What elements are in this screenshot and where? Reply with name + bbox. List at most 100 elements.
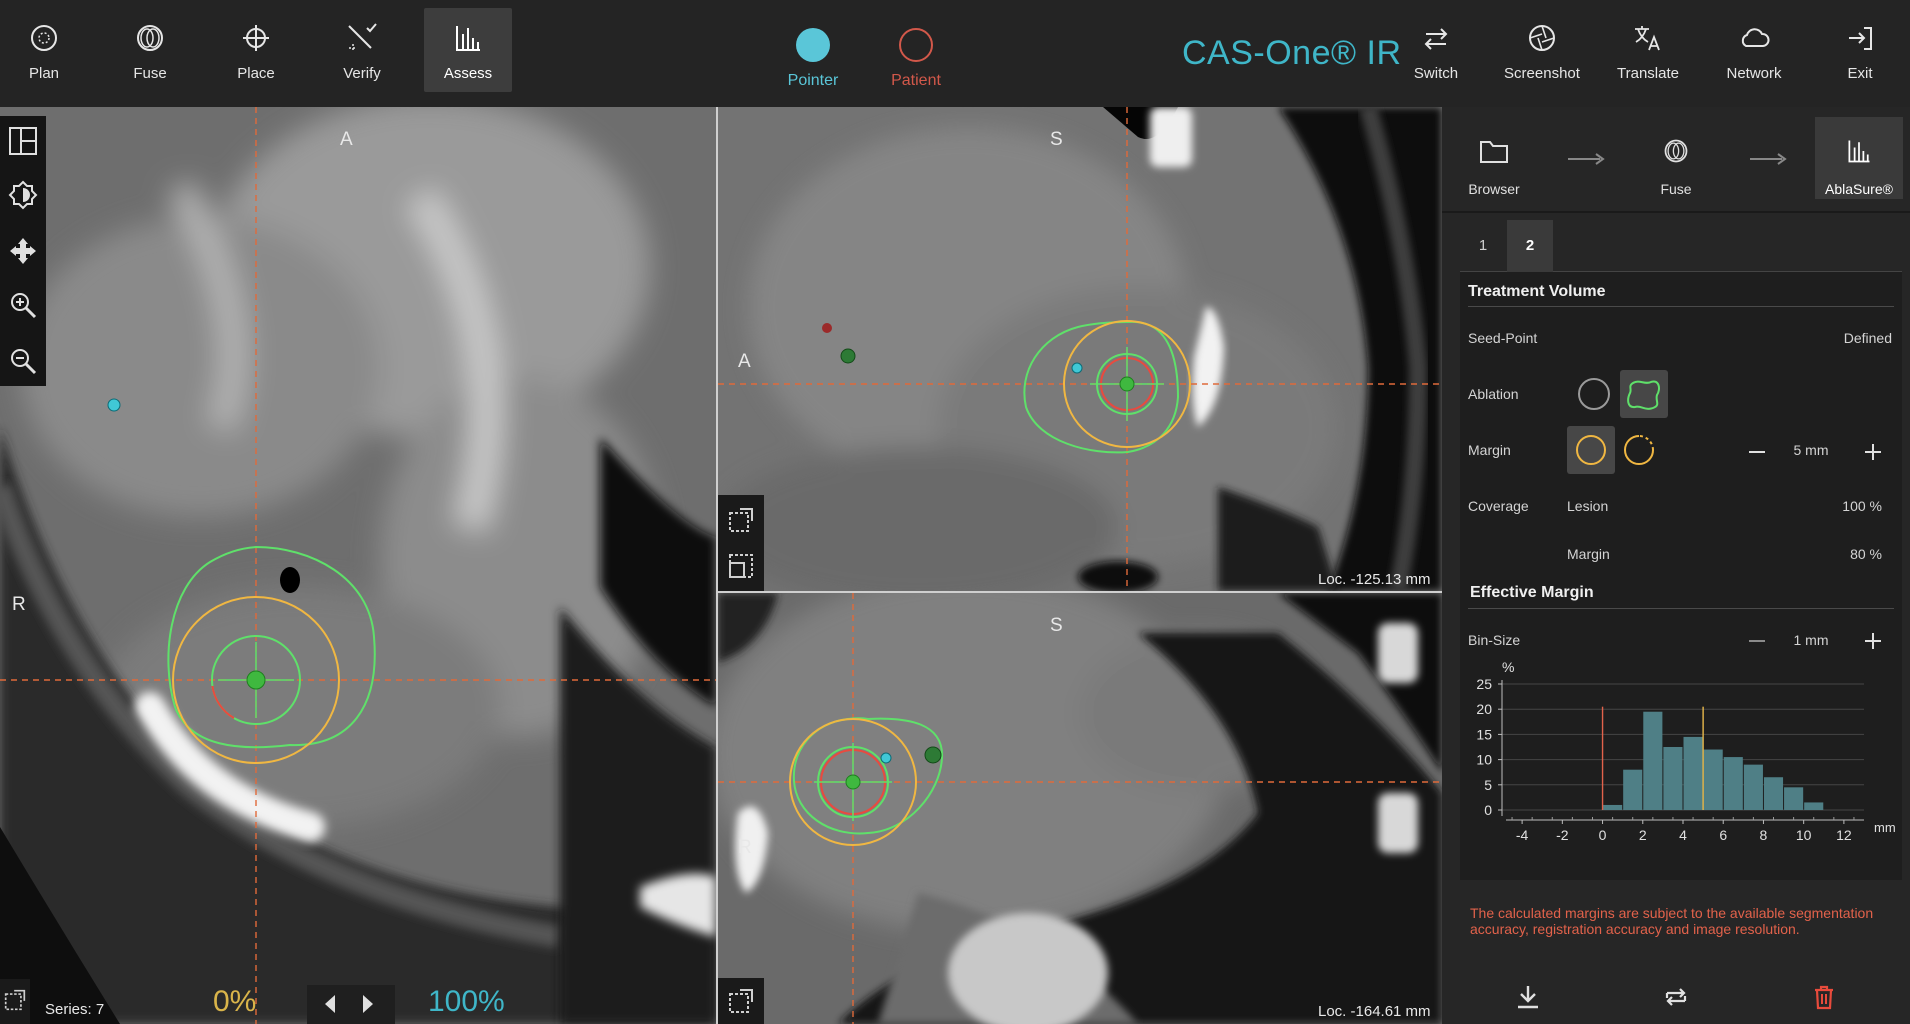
sagittal-collapse-button[interactable] <box>722 547 760 585</box>
margin-dashed-option[interactable] <box>1615 426 1663 474</box>
histogram-x-tick-label: 4 <box>1679 827 1687 842</box>
coronal-viewport[interactable]: S R Loc. -164.61 mm <box>718 593 1442 1024</box>
workflow-fuse-button[interactable]: Fuse <box>1632 117 1720 199</box>
translate-icon <box>1635 26 1660 51</box>
opacity-right-value[interactable]: 100% <box>428 985 505 1019</box>
place-button[interactable]: Place <box>212 8 300 92</box>
switch-arrows-icon <box>1424 28 1448 50</box>
opacity-left-value[interactable]: 0% <box>213 985 256 1019</box>
exit-button[interactable]: Exit <box>1816 8 1904 92</box>
histogram-y-tick-label: 15 <box>1476 726 1492 742</box>
coronal-ablation-contour <box>792 717 944 835</box>
ablation-label: Ablation <box>1468 386 1519 402</box>
layout-button[interactable] <box>4 122 42 160</box>
axial-ablation-contour <box>167 545 376 749</box>
margin-decrease-button[interactable] <box>1742 437 1772 467</box>
workflow-browser-button[interactable]: Browser <box>1450 117 1538 199</box>
coverage-lesion-label: Lesion <box>1567 498 1609 514</box>
patient-circle-icon <box>899 28 933 62</box>
delete-button[interactable] <box>1804 984 1844 1014</box>
coronal-target-marker[interactable] <box>924 746 942 764</box>
translate-button[interactable]: Translate <box>1604 8 1692 92</box>
effective-margin-histogram: % mm 0 5 10 15 20 25 -4 -2 0 2 4 6 8 10 12 <box>1476 659 1895 842</box>
histogram-y-tick-label: 5 <box>1484 777 1492 793</box>
viewport-divider-vertical[interactable] <box>716 107 718 1024</box>
histogram-x-tick-label: 12 <box>1836 827 1852 842</box>
series-navigation <box>307 985 395 1024</box>
plus-icon <box>1865 633 1881 649</box>
expand-icon[interactable] <box>4 989 26 1011</box>
expand-icon <box>729 989 753 1013</box>
coronal-tool-strip <box>718 978 764 1024</box>
sagittal-pointer-marker[interactable] <box>1071 362 1083 374</box>
expand-icon <box>729 508 753 532</box>
axial-viewport[interactable]: A R <box>0 107 716 1024</box>
axial-seed-point[interactable] <box>246 670 266 690</box>
download-button[interactable] <box>1508 984 1548 1014</box>
fuse-button[interactable]: Fuse <box>106 8 194 92</box>
ablation-sphere-option[interactable] <box>1570 370 1618 418</box>
workflow-ablasure-button[interactable]: AblaSure® <box>1815 117 1903 199</box>
axial-pointer-marker[interactable] <box>107 398 121 412</box>
next-arrow-icon[interactable] <box>363 995 373 1013</box>
switch-label: Switch <box>1413 65 1459 82</box>
histogram-bar <box>1643 711 1663 810</box>
histogram-y-tick-label: 25 <box>1476 676 1492 692</box>
coronal-expand-button[interactable] <box>722 982 760 1020</box>
assess-button[interactable]: Assess <box>424 8 512 92</box>
screenshot-label: Screenshot <box>1504 65 1580 82</box>
histogram-bar <box>1784 787 1804 810</box>
place-label: Place <box>237 65 275 82</box>
histogram-y-tick-label: 0 <box>1484 802 1492 818</box>
zoom-out-button[interactable] <box>4 342 42 380</box>
histogram-bar <box>1603 804 1623 810</box>
swap-button[interactable] <box>1656 984 1696 1014</box>
histogram-y-label: % <box>1502 659 1514 675</box>
verify-label: Verify <box>343 65 381 82</box>
exit-label: Exit <box>1847 65 1873 82</box>
margin-increase-button[interactable] <box>1858 437 1888 467</box>
crosshair-icon <box>243 25 269 51</box>
coronal-pointer-marker[interactable] <box>880 752 892 764</box>
tab-1[interactable]: 1 <box>1460 220 1506 272</box>
switch-button[interactable]: Switch <box>1392 8 1480 92</box>
coronal-seed-point[interactable] <box>845 774 861 790</box>
network-button[interactable]: Network <box>1710 8 1798 92</box>
patient-mode-button[interactable]: Patient <box>871 28 961 90</box>
pointer-mode-button[interactable]: Pointer <box>768 28 858 90</box>
effective-margin-title: Effective Margin <box>1470 584 1594 601</box>
sagittal-expand-button[interactable] <box>722 501 760 539</box>
axial-overlays <box>0 107 716 1024</box>
margin-label: Margin <box>1468 442 1511 458</box>
histogram-bar <box>1663 747 1683 810</box>
previous-arrow-icon[interactable] <box>325 995 335 1013</box>
ablation-segmentation-option[interactable] <box>1620 370 1668 418</box>
coverage-margin-value: 80 % <box>1850 546 1882 562</box>
histogram-y-tick-label: 20 <box>1476 701 1492 717</box>
panel-footer-actions <box>1442 972 1910 1024</box>
sagittal-patient-marker[interactable] <box>822 323 832 333</box>
panel-divider <box>1442 211 1910 213</box>
zoom-in-button[interactable] <box>4 286 42 324</box>
sagittal-orientation-top: S <box>1050 129 1063 150</box>
histogram-bar <box>1763 777 1784 810</box>
sagittal-seed-point[interactable] <box>1119 376 1135 392</box>
verify-button[interactable]: Verify <box>318 8 406 92</box>
margin-uniform-option[interactable] <box>1567 426 1615 474</box>
histogram-x-tick-label: 8 <box>1760 827 1768 842</box>
coverage-lesion-value: 100 % <box>1842 498 1882 514</box>
screenshot-button[interactable]: Screenshot <box>1498 8 1586 92</box>
tab-2[interactable]: 2 <box>1507 220 1553 272</box>
sagittal-target-marker[interactable] <box>840 348 856 364</box>
sagittal-overlays <box>718 107 1442 591</box>
dashed-circle-icon <box>1624 435 1654 465</box>
verify-icon <box>348 23 377 52</box>
viewer-tool-strip <box>0 116 46 386</box>
viewport-divider-horizontal[interactable] <box>718 591 1442 593</box>
window-level-button[interactable] <box>4 176 42 214</box>
series-label: Series: 7 <box>45 1001 105 1018</box>
histogram-grid <box>1502 683 1864 811</box>
plan-button[interactable]: Plan <box>0 8 88 92</box>
sagittal-viewport[interactable]: S A Loc. -125.13 mm <box>718 107 1442 591</box>
pan-button[interactable] <box>4 232 42 270</box>
